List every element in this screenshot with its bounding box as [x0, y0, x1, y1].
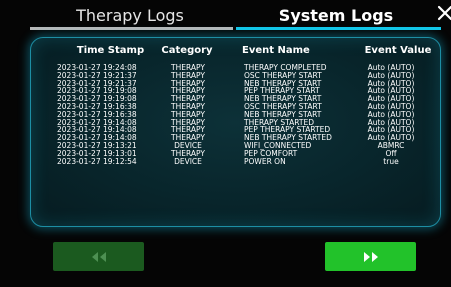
double-chevron-left-icon	[90, 251, 108, 263]
tab-therapy-logs-underline	[30, 27, 233, 30]
system-logs-screen: Therapy Logs System Logs Time Stamp Cate…	[0, 0, 451, 287]
log-table-body: 2023-01-27 19:24:08 THERAPY THERAPY COMPLE…	[31, 64, 440, 165]
log-cell-event-name: POWER ON	[244, 156, 286, 166]
tab-therapy-logs[interactable]: Therapy Logs	[30, 6, 230, 28]
log-tabs: Therapy Logs System Logs	[0, 0, 451, 32]
log-cell-time-stamp: 2023-01-27 19:12:54	[57, 156, 137, 166]
log-cell-category: DEVICE	[174, 156, 202, 166]
next-page-button[interactable]	[325, 242, 416, 271]
log-row: 2023-01-27 19:12:54 DEVICE POWER ON true	[31, 156, 440, 166]
log-table-header: Time Stamp Category Event Name Event Val…	[31, 45, 440, 60]
system-log-table: Time Stamp Category Event Name Event Val…	[30, 37, 441, 227]
column-header-category: Category	[161, 45, 213, 56]
close-icon[interactable]	[437, 3, 451, 25]
column-header-event-name: Event Name	[242, 45, 310, 56]
tab-system-logs-underline	[236, 27, 441, 30]
column-header-time-stamp: Time Stamp	[76, 45, 145, 56]
log-cell-event-value: true	[383, 156, 399, 166]
previous-page-button[interactable]	[53, 242, 144, 271]
tab-system-logs[interactable]: System Logs	[236, 6, 436, 28]
double-chevron-right-icon	[362, 251, 380, 263]
column-header-event-value: Event Value	[364, 45, 432, 56]
